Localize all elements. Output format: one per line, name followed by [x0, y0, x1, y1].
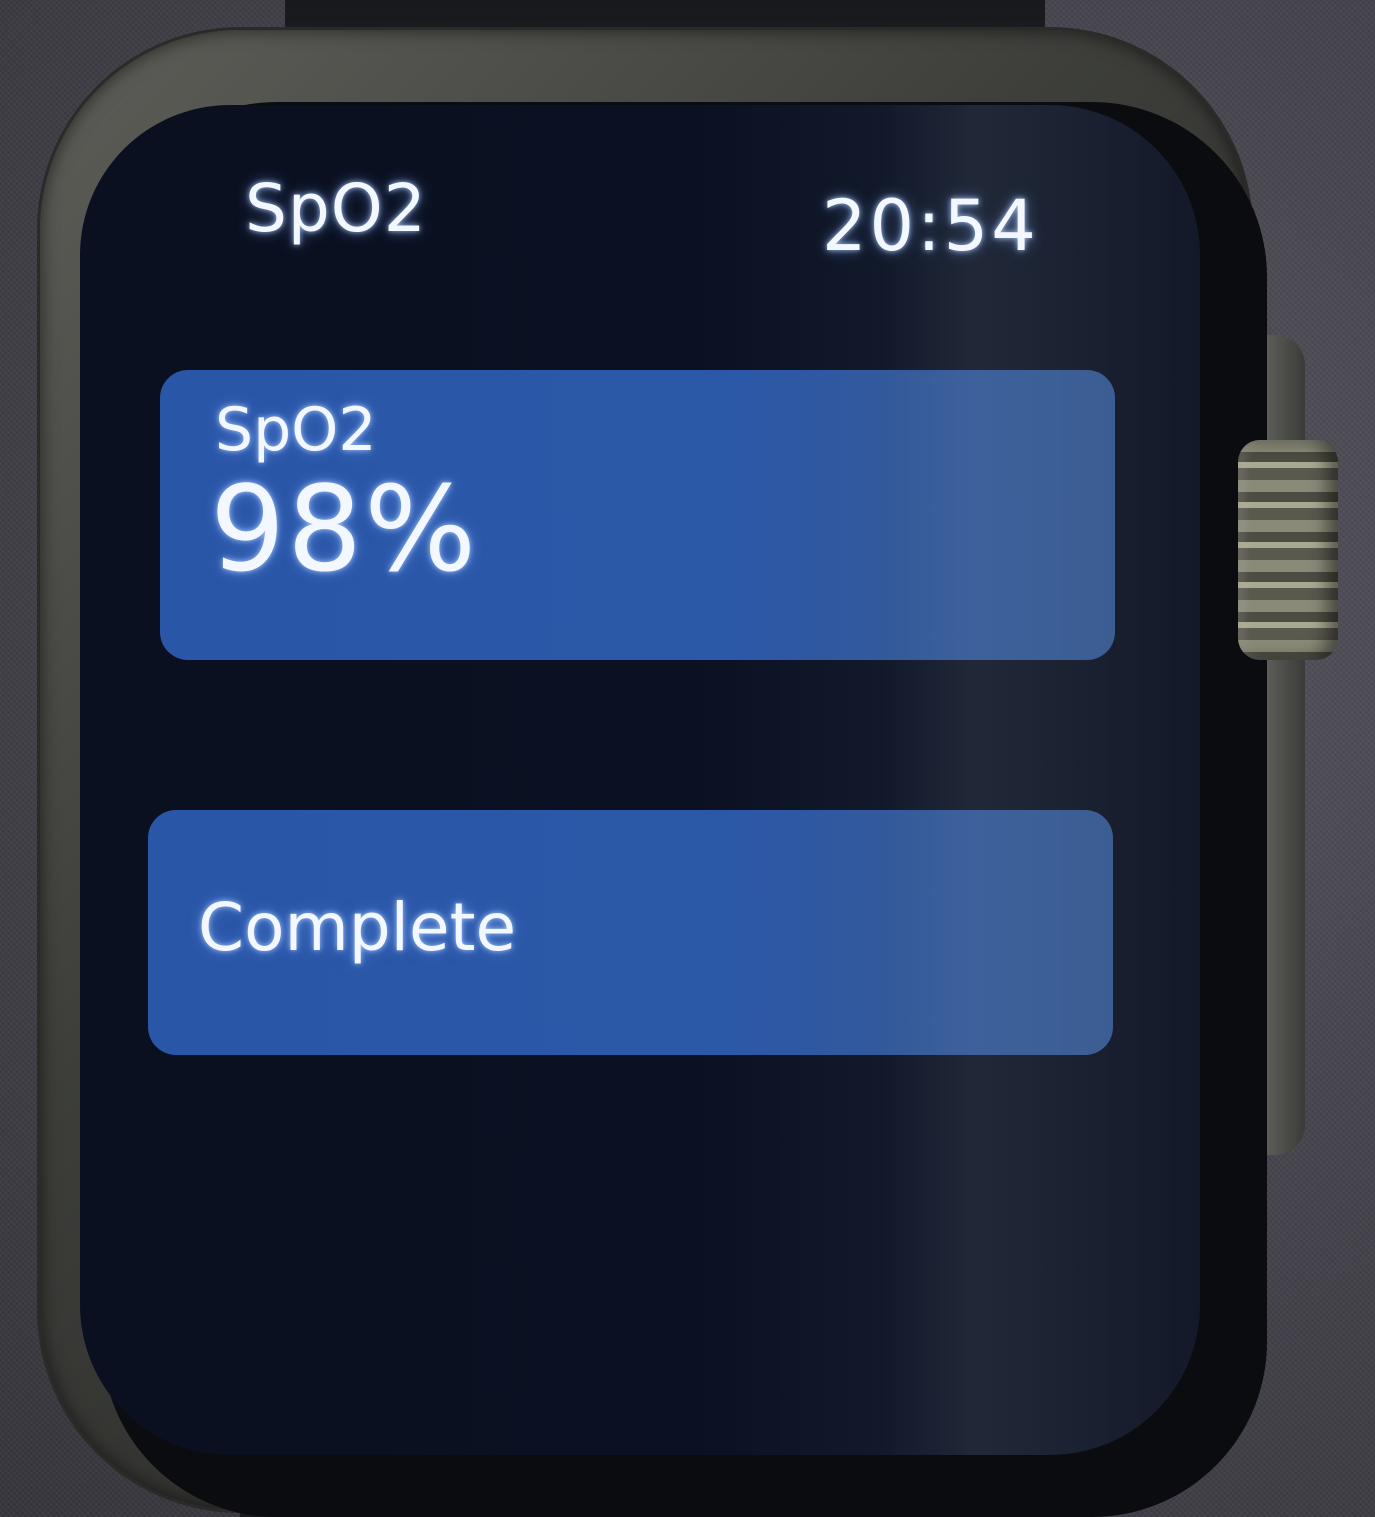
reading-label: SpO2	[215, 395, 377, 465]
reading-value: 98%	[210, 460, 479, 598]
watch-screen: SpO2 20:54 SpO2 98% Complete	[80, 105, 1200, 1455]
screen-glare	[880, 105, 1200, 1455]
spo2-reading-card: SpO2 98%	[160, 370, 1115, 660]
app-title: SpO2	[245, 170, 427, 247]
complete-button[interactable]: Complete	[148, 810, 1113, 1055]
complete-button-label: Complete	[198, 889, 517, 966]
digital-crown[interactable]	[1238, 440, 1338, 660]
clock-time: 20:54	[822, 185, 1039, 267]
